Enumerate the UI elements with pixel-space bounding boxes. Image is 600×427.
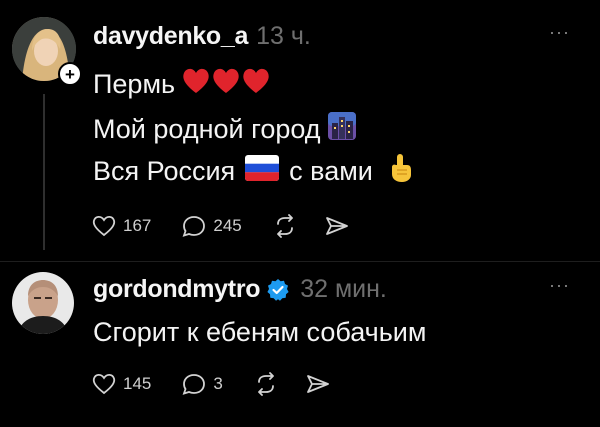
text-line: с вами bbox=[289, 156, 373, 186]
like-button[interactable]: 167 bbox=[91, 214, 151, 238]
pointing-up-icon bbox=[387, 153, 413, 190]
reply-button[interactable]: 3 bbox=[181, 372, 223, 396]
like-count: 145 bbox=[123, 374, 152, 393]
username[interactable]: gordondmytro bbox=[93, 275, 261, 304]
post-text-line-1: Сгорит к ебеням собачьим bbox=[93, 317, 426, 348]
night-city-icon bbox=[327, 111, 357, 148]
text-line: Пермь bbox=[93, 69, 176, 99]
timestamp: 32 мин. bbox=[300, 275, 387, 303]
heart-icon bbox=[92, 373, 116, 395]
post-actions: 167 245 bbox=[91, 214, 368, 238]
more-options-icon[interactable]: ··· bbox=[549, 22, 570, 43]
text-line: Мой родной город bbox=[93, 114, 321, 144]
repost-icon bbox=[257, 372, 274, 396]
text-line: Вся Россия bbox=[93, 156, 236, 186]
post-text-line-2: Мой родной город bbox=[93, 111, 357, 148]
share-button[interactable] bbox=[305, 372, 331, 396]
text-line: Сгорит к ебеням собачьим bbox=[93, 317, 427, 347]
thread-line bbox=[43, 94, 45, 250]
username[interactable]: davydenko_a bbox=[93, 22, 248, 51]
comment-icon bbox=[182, 374, 206, 395]
russia-flag-icon bbox=[245, 155, 280, 188]
send-icon bbox=[325, 217, 348, 235]
verified-badge-icon bbox=[267, 278, 289, 301]
comment-icon bbox=[182, 216, 206, 237]
share-button[interactable] bbox=[324, 214, 350, 238]
reply-count: 3 bbox=[213, 374, 223, 393]
heart-icon bbox=[92, 215, 116, 237]
heart-emoji-icon bbox=[181, 66, 271, 103]
post-actions: 145 3 bbox=[91, 372, 349, 396]
like-button[interactable]: 145 bbox=[91, 372, 151, 396]
avatar-gordondmytro[interactable] bbox=[12, 272, 74, 334]
post-text-line-3: Вся Россия с вами bbox=[93, 153, 413, 190]
repost-button[interactable] bbox=[253, 372, 279, 396]
reply-count: 245 bbox=[213, 216, 242, 235]
post-text-line-1: Пермь bbox=[93, 66, 271, 103]
post-header: gordondmytro 32 мин. bbox=[93, 275, 387, 304]
repost-button[interactable] bbox=[272, 214, 298, 238]
post-header: davydenko_a 13 ч. bbox=[93, 22, 311, 51]
send-icon bbox=[306, 375, 329, 393]
post-davydenko[interactable]: + davydenko_a 13 ч. ··· Пермь Мой родной… bbox=[0, 0, 600, 262]
follow-plus-icon[interactable]: + bbox=[58, 62, 82, 86]
reply-button[interactable]: 245 bbox=[181, 214, 242, 238]
repost-icon bbox=[276, 214, 293, 238]
timestamp: 13 ч. bbox=[256, 22, 311, 50]
post-divider bbox=[0, 261, 600, 262]
more-options-icon[interactable]: ··· bbox=[549, 275, 570, 296]
like-count: 167 bbox=[123, 216, 152, 235]
